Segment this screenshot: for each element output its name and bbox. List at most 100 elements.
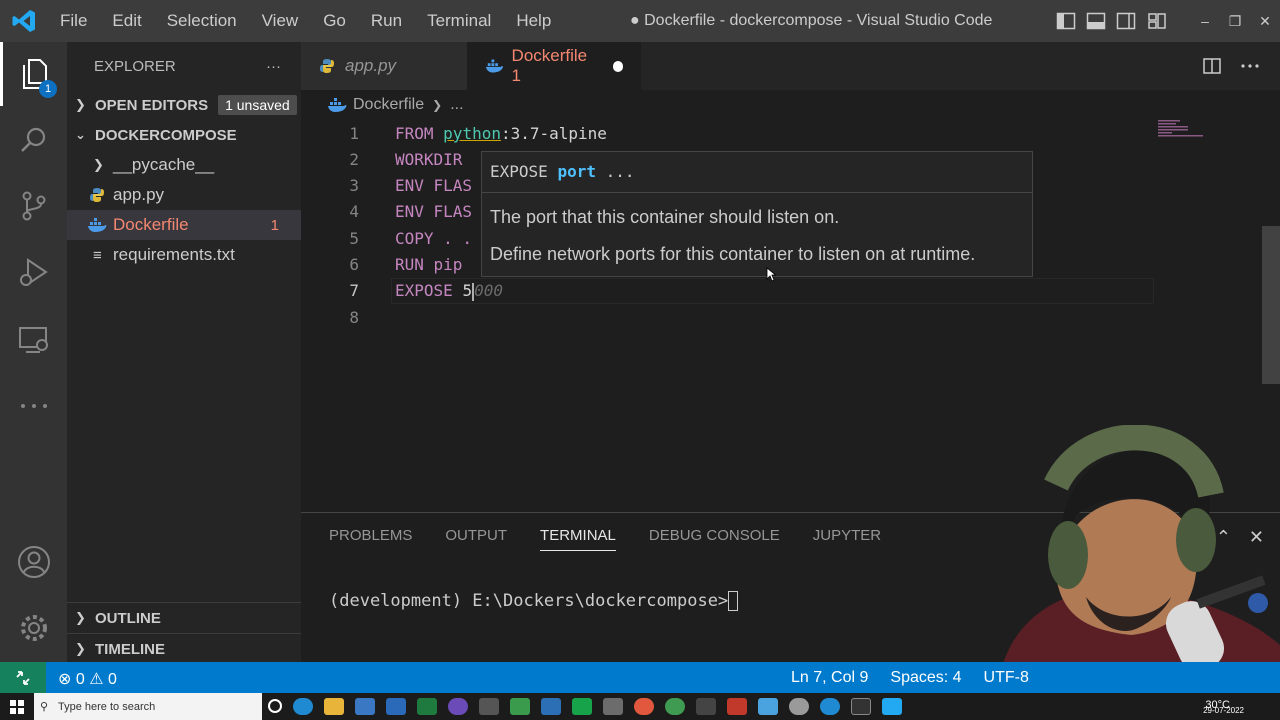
timeline-section[interactable]: ❯ TIMELINE [67,633,301,664]
remote-indicator-icon[interactable] [0,662,46,693]
tab-problems[interactable]: PROBLEMS [329,527,412,551]
activity-bar: 1 [0,42,67,662]
toggle-secondary-sidebar-icon[interactable] [1116,11,1136,31]
minimap[interactable] [1158,120,1258,140]
app-icon[interactable] [727,698,747,715]
close-window-icon[interactable]: ✕ [1250,0,1280,42]
menu-edit[interactable]: Edit [100,0,154,42]
app-icon[interactable] [510,698,530,715]
explorer-icon[interactable]: 1 [0,42,67,106]
excel-icon[interactable] [417,698,437,715]
app-icon[interactable] [696,698,716,715]
customize-layout-icon[interactable] [1146,11,1168,31]
tab-jupyter[interactable]: JUPYTER [813,527,881,551]
minimize-icon[interactable]: – [1190,0,1220,42]
indentation[interactable]: Spaces: 4 [890,669,961,687]
chevron-right-icon: ❯ [75,641,86,656]
app-icon[interactable] [603,698,623,715]
panel-tabs: PROBLEMS OUTPUT TERMINAL DEBUG CONSOLE J… [329,527,914,551]
app-icon[interactable] [820,698,840,715]
settings-gear-icon[interactable] [0,596,67,660]
toggle-panel-icon[interactable] [1086,11,1106,31]
tree-item-dockerfile[interactable]: Dockerfile 1 [67,210,301,240]
tab-app-py[interactable]: app.py [301,42,467,90]
tree-item-requirements[interactable]: ≡ requirements.txt [67,240,301,270]
account-icon[interactable] [0,530,67,594]
vscode-taskbar-icon[interactable] [882,698,902,715]
restore-icon[interactable]: ❐ [1220,0,1250,42]
breadcrumb-rest[interactable]: ... [450,96,463,114]
chrome-icon[interactable] [665,698,685,715]
tree-item-label: Dockerfile [113,215,189,234]
open-editors-label: OPEN EDITORS [95,96,209,114]
outline-label: OUTLINE [95,609,161,627]
problems-indicator[interactable]: ⊗ 0 ⚠ 0 [58,669,117,689]
more-icon[interactable] [0,374,67,438]
line-number: 1 [349,124,359,143]
cursor-position[interactable]: Ln 7, Col 9 [791,669,868,687]
project-section[interactable]: ⌄ DOCKERCOMPOSE [67,120,301,150]
tab-debug-console[interactable]: DEBUG CONSOLE [649,527,780,551]
more-actions-icon[interactable] [1240,56,1260,76]
tab-output[interactable]: OUTPUT [445,527,507,551]
windows-start-icon[interactable] [0,693,34,720]
window-controls: – ❐ ✕ [1190,0,1280,42]
line-number: 6 [349,255,359,274]
problem-count: 1 [270,216,279,234]
outline-section[interactable]: ❯ OUTLINE [67,602,301,633]
hover-divider [482,192,1032,193]
mouse-pointer-icon [766,267,776,282]
menu-run[interactable]: Run [359,0,415,42]
taskbar-search[interactable]: ⚲ Type here to search [34,693,262,720]
terminal-cursor [728,591,739,611]
tree-item-app-py[interactable]: app.py [67,180,301,210]
menu-selection[interactable]: Selection [155,0,250,42]
explorer-more-icon[interactable]: ··· [266,58,281,75]
error-count: 0 [75,671,85,688]
app-icon[interactable] [634,698,654,715]
store-icon[interactable] [355,698,375,715]
app-icon[interactable] [448,698,468,715]
split-editor-icon[interactable] [1202,56,1222,76]
remote-explorer-icon[interactable] [0,308,67,372]
unsaved-dot-icon[interactable] [612,60,623,72]
menu-terminal[interactable]: Terminal [415,0,504,42]
tab-label: app.py [345,56,397,75]
tab-terminal[interactable]: TERMINAL [540,527,616,551]
menu-help[interactable]: Help [504,0,564,42]
run-debug-icon[interactable] [0,240,67,304]
mail-icon[interactable] [386,698,406,715]
menu-go[interactable]: Go [311,0,359,42]
title-bar: File Edit Selection View Go Run Terminal… [0,0,1280,42]
terminal-prompt: (development) E:\Dockers\dockercompose> [329,591,729,611]
app-icon[interactable] [758,698,778,715]
code-line-6: RUN pip [395,255,463,274]
line-number: 5 [349,229,359,248]
source-control-icon[interactable] [0,174,67,238]
app-icon[interactable] [789,698,809,715]
tab-dockerfile[interactable]: Dockerfile 1 [467,42,641,90]
app-icon[interactable] [572,698,592,715]
search-icon[interactable] [0,108,67,172]
edge-icon[interactable] [293,698,313,715]
menu-view[interactable]: View [250,0,312,42]
app-icon[interactable] [541,698,561,715]
file-explorer-icon[interactable] [324,698,344,715]
open-editors-section[interactable]: ❯ OPEN EDITORS 1 unsaved [67,90,301,120]
inline-suggestion[interactable]: 000 [474,281,503,300]
line-number: 3 [349,176,359,195]
terminal-output[interactable]: (development) E:\Dockers\dockercompose> [329,591,739,611]
code-line-2: WORKDIR [395,150,463,169]
toggle-sidebar-icon[interactable] [1056,11,1076,31]
terminal-app-icon[interactable] [851,698,871,715]
hover-signature: EXPOSE port ... [490,162,635,181]
taskbar-date[interactable]: 29-07-2022 [1203,706,1244,715]
breadcrumb-file[interactable]: Dockerfile [353,96,424,114]
menu-file[interactable]: File [48,0,100,42]
encoding[interactable]: UTF-8 [984,669,1029,687]
tree-item-pycache[interactable]: ❯ __pycache__ [67,150,301,180]
editor-scrollbar[interactable] [1262,226,1280,384]
docker-file-icon [88,218,107,232]
app-icon[interactable] [479,698,499,715]
task-view-icon[interactable] [268,699,282,713]
